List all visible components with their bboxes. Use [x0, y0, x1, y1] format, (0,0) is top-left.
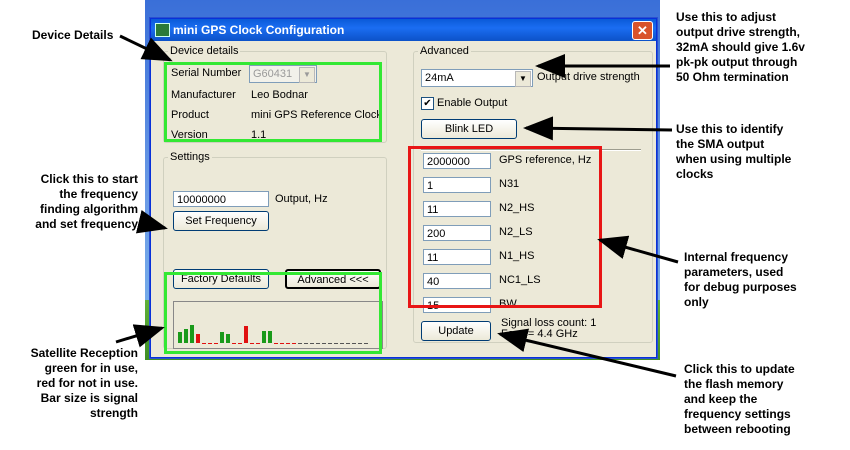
arrow-internal-params	[597, 235, 679, 264]
note-set-frequency-line: the frequency	[59, 187, 138, 201]
note-internal-line: Internal frequency	[684, 250, 789, 264]
arrow-satellite	[115, 324, 165, 348]
arrow-update	[497, 328, 677, 378]
note-update-line: between rebooting	[684, 422, 791, 436]
note-update-line: and keep the	[684, 392, 758, 406]
note-update-line: Click this to update	[684, 362, 795, 376]
note-internal-line: only	[684, 295, 709, 309]
note-satellite-line: red for not in use.	[36, 376, 138, 390]
note-internal-params: Internal frequency parameters, used for de…	[684, 250, 848, 310]
note-update-line: the flash memory	[684, 377, 784, 391]
note-blink-line: Use this to identify	[676, 122, 784, 136]
note-blink-line: clocks	[676, 167, 714, 181]
arrow-blink-led	[523, 116, 673, 141]
note-blink-led: Use this to identify the SMA output when u…	[676, 122, 848, 182]
arrow-device-details	[119, 34, 173, 62]
note-drive-line: output drive strength,	[676, 25, 800, 39]
note-set-frequency-line: and set frequency	[35, 217, 138, 231]
note-drive-line: 50 Ohm termination	[676, 70, 789, 84]
note-drive-line: pk-pk output through	[676, 55, 798, 69]
note-device-details: Device Details	[32, 28, 114, 42]
note-satellite-line: green for in use,	[44, 361, 138, 375]
note-set-frequency: Click this to start the frequency finding …	[2, 172, 138, 232]
note-blink-line: when using multiple	[676, 152, 792, 166]
note-drive-line: Use this to adjust	[676, 10, 777, 24]
note-internal-line: for debug purposes	[684, 280, 797, 294]
note-blink-line: the SMA output	[676, 137, 765, 151]
note-set-frequency-line: Click this to start	[40, 172, 138, 186]
arrow-set-frequency	[135, 210, 168, 234]
note-update-line: frequency settings	[684, 407, 791, 421]
note-internal-line: parameters, used	[684, 265, 784, 279]
note-set-frequency-line: finding algorithm	[40, 202, 138, 216]
note-satellite-line: strength	[90, 406, 138, 420]
note-update: Click this to update the flash memory and …	[684, 362, 848, 437]
note-satellite-line: Satellite Reception	[30, 346, 138, 360]
note-drive-strength: Use this to adjust output drive strength,…	[676, 10, 848, 85]
note-satellite-reception: Satellite Reception green for in use, red …	[2, 346, 138, 421]
note-satellite-line: Bar size is signal	[40, 391, 138, 405]
note-drive-line: 32mA should give 1.6v	[676, 40, 805, 54]
